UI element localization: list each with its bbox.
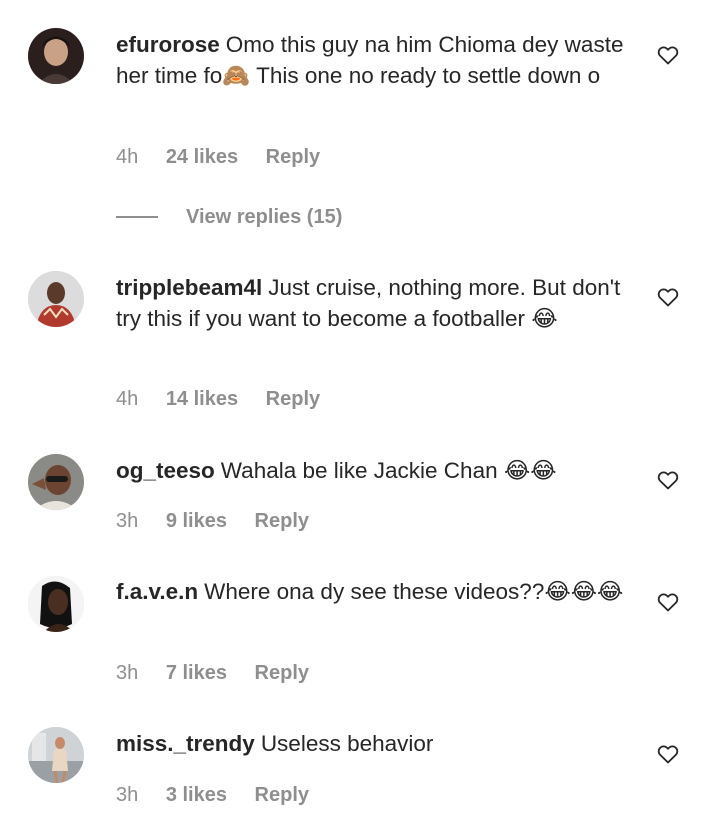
comment-meta: 3h 3 likes Reply xyxy=(116,783,309,807)
comment-meta: 3h 9 likes Reply xyxy=(116,509,309,533)
like-button[interactable] xyxy=(656,43,680,67)
view-replies-button[interactable]: View replies (15) xyxy=(116,205,342,229)
avatar[interactable] xyxy=(28,454,84,510)
avatar[interactable] xyxy=(28,727,84,783)
comment-body: Where ona dy see these videos??😂😂😂 xyxy=(204,579,624,604)
comment-time: 3h xyxy=(116,784,139,806)
comment-text: efurorose Omo this guy na him Chioma dey … xyxy=(116,29,636,91)
user-avatar-icon xyxy=(28,271,84,327)
reply-button[interactable]: Reply xyxy=(255,661,309,685)
like-button[interactable] xyxy=(656,468,680,492)
reply-button[interactable]: Reply xyxy=(266,145,320,169)
comment-time: 3h xyxy=(116,510,139,532)
comment-time: 4h xyxy=(116,146,139,168)
comment-time: 3h xyxy=(116,662,139,684)
heart-outline-icon xyxy=(657,745,679,764)
heart-outline-icon xyxy=(657,46,679,65)
user-avatar-icon xyxy=(28,454,84,510)
comment-text: og_teeso Wahala be like Jackie Chan 😂😂 xyxy=(116,455,636,486)
comment-likes[interactable]: 7 likes xyxy=(166,661,227,685)
comment-text: tripplebeam4l Just cruise, nothing more. … xyxy=(116,272,636,334)
comment-text: miss._trendy Useless behavior xyxy=(116,728,636,759)
like-button[interactable] xyxy=(656,742,680,766)
like-button[interactable] xyxy=(656,590,680,614)
reply-button[interactable]: Reply xyxy=(266,387,320,411)
comment-text: f.a.v.e.n Where ona dy see these videos??… xyxy=(116,576,636,607)
avatar[interactable] xyxy=(28,271,84,327)
comment-meta: 3h 7 likes Reply xyxy=(116,661,309,685)
comment-likes[interactable]: 3 likes xyxy=(166,783,227,807)
comment-username[interactable]: og_teeso xyxy=(116,458,215,483)
comment-likes[interactable]: 14 likes xyxy=(166,387,238,411)
comment-likes[interactable]: 24 likes xyxy=(166,145,238,169)
comment-username[interactable]: tripplebeam4l xyxy=(116,275,262,300)
reply-button[interactable]: Reply xyxy=(255,509,309,533)
user-avatar-icon xyxy=(28,28,84,84)
avatar[interactable] xyxy=(28,576,84,632)
comment-username[interactable]: miss._trendy xyxy=(116,731,255,756)
comment-time: 4h xyxy=(116,388,139,410)
comment-body: Wahala be like Jackie Chan 😂😂 xyxy=(220,458,557,483)
user-avatar-icon xyxy=(28,727,84,783)
heart-outline-icon xyxy=(657,593,679,612)
view-replies-divider xyxy=(116,216,158,218)
user-avatar-icon xyxy=(28,576,84,632)
comment-username[interactable]: f.a.v.e.n xyxy=(116,579,198,604)
view-replies-label: View replies (15) xyxy=(186,205,343,228)
avatar[interactable] xyxy=(28,28,84,84)
comment-meta: 4h 14 likes Reply xyxy=(116,387,320,411)
reply-button[interactable]: Reply xyxy=(255,783,309,807)
heart-outline-icon xyxy=(657,288,679,307)
comment-meta: 4h 24 likes Reply xyxy=(116,145,320,169)
comment-username[interactable]: efurorose xyxy=(116,32,220,57)
comment-likes[interactable]: 9 likes xyxy=(166,509,227,533)
heart-outline-icon xyxy=(657,471,679,490)
comment-body: Useless behavior xyxy=(260,731,434,756)
like-button[interactable] xyxy=(656,285,680,309)
